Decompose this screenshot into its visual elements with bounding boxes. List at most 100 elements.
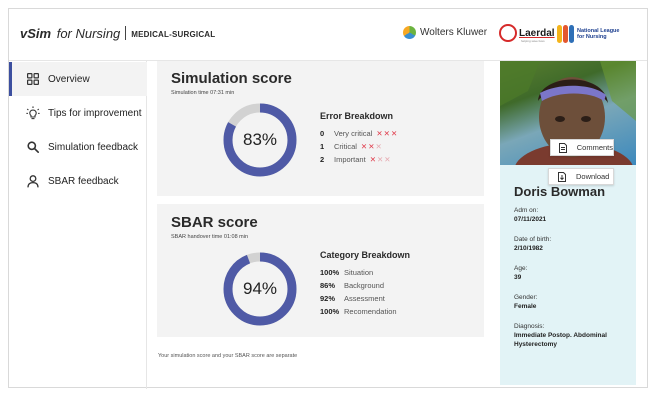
sbar-score-ring: 94% [221, 250, 299, 328]
error-label: Very critical [334, 129, 373, 138]
sidebar-item-tips[interactable]: Tips for improvement [9, 96, 147, 130]
patient-admission-date: Adm on: 07/11/2021 [514, 206, 546, 224]
patient-name: Doris Bowman [514, 184, 606, 199]
error-mark-icon: ✕ [369, 155, 376, 164]
error-mark-icon: ✕ [390, 129, 398, 138]
nln-text: National League for Nursing [577, 28, 619, 40]
vsim-logo: vSim for Nursing MEDICAL-SURGICAL [20, 26, 215, 41]
field-value: 39 [514, 274, 522, 281]
category-value: 86% [320, 281, 336, 290]
sidebar-item-simulation-feedback[interactable]: Simulation feedback [9, 130, 147, 164]
error-count: 1 [320, 142, 325, 151]
brand-for-nursing: for Nursing [56, 26, 121, 41]
simulation-score-ring: 83% [221, 101, 299, 179]
sbar-time: SBAR handover time 01:08 min [171, 234, 249, 240]
sidebar-item-overview[interactable]: Overview [9, 62, 147, 96]
search-icon [26, 140, 40, 154]
simulation-score-value: 83% [242, 130, 278, 149]
field-value: 2/10/1982 [514, 245, 543, 252]
category-label: Recomendation [344, 307, 397, 316]
field-label: Age: [514, 265, 528, 272]
product-name: MEDICAL-SURGICAL [131, 30, 216, 39]
field-label: Adm on: [514, 207, 539, 214]
error-row-critical: 1 Critical ✕✕✕ [320, 140, 398, 153]
download-label: Download [576, 172, 610, 181]
sidebar-item-sbar-feedback[interactable]: SBAR feedback [9, 164, 147, 198]
error-breakdown: Error Breakdown 0 Very critical ✕✕✕ 1 Cr… [320, 111, 398, 166]
nln-logo: National League for Nursing [557, 24, 619, 44]
laerdal-logo: Laerdal helping save lives [499, 24, 555, 43]
sbar-score-card: SBAR score SBAR handover time 01:08 min … [157, 204, 484, 337]
patient-diagnosis: Diagnosis: Immediate Postop. Abdominal H… [514, 322, 630, 349]
category-row-background: 86% Background [320, 279, 410, 292]
error-mark-icon: ✕ [368, 142, 375, 151]
error-mark-icon: ✕ [360, 142, 368, 151]
error-mark-inactive-icon: ✕ [384, 155, 391, 164]
field-label: Diagnosis: [514, 323, 545, 330]
patient-age: Age: 39 [514, 264, 527, 282]
error-count: 2 [320, 155, 325, 164]
nln-icon [557, 24, 575, 44]
category-row-recommendation: 100% Recomendation [320, 305, 410, 318]
error-mark-icon: ✕ [383, 129, 390, 138]
error-mark-icon: ✕ [376, 129, 383, 138]
sbar-score-value: 94% [242, 279, 278, 298]
field-value: Immediate Postop. Abdominal Hysterectomy [514, 332, 607, 348]
patient-gender: Gender: Female [514, 293, 538, 311]
app-window: vSim for Nursing MEDICAL-SURGICAL Wolters… [8, 8, 648, 389]
download-icon [557, 171, 567, 182]
sidebar-item-label: Overview [48, 73, 90, 85]
error-row-very-critical: 0 Very critical ✕✕✕ [320, 127, 398, 140]
score-footnote: Your simulation score and your SBAR scor… [158, 353, 298, 359]
laerdal-tagline: helping save lives [521, 39, 545, 43]
download-button[interactable]: Download [548, 168, 614, 185]
error-label: Important [334, 155, 366, 164]
sidebar-item-label: Tips for improvement [48, 107, 142, 119]
nln-line2: for Nursing [577, 34, 607, 40]
person-icon [26, 174, 40, 188]
field-value: 07/11/2021 [514, 216, 547, 223]
wolters-kluwer-icon [403, 26, 416, 39]
simulation-time: Simulation time 07:31 min [171, 90, 235, 96]
error-marks: ✕✕✕ [376, 129, 398, 138]
category-row-assessment: 92% Assessment [320, 292, 410, 305]
sidebar: Overview Tips for improvement Simulation… [9, 61, 147, 389]
simulation-score-card: Simulation score Simulation time 07:31 m… [157, 61, 484, 196]
field-value: Female [514, 303, 537, 310]
laerdal-text: Laerdal [519, 27, 555, 39]
error-breakdown-title: Error Breakdown [320, 111, 394, 121]
error-marks: ✕✕✕ [370, 155, 392, 164]
error-row-important: 2 Important ✕✕✕ [320, 153, 398, 166]
sidebar-item-label: SBAR feedback [48, 175, 119, 187]
error-mark-inactive-icon: ✕ [376, 155, 384, 164]
field-label: Date of birth: [514, 236, 552, 243]
patient-panel: Comments Download Doris Bowman Adm on: 0… [500, 61, 636, 385]
category-breakdown: Category Breakdown 100% Situation 86% Ba… [320, 250, 410, 318]
document-icon [558, 142, 568, 153]
comments-label: Comments [576, 143, 613, 152]
laerdal-icon [499, 24, 517, 42]
simulation-score-title: Simulation score [171, 70, 292, 87]
app-header: vSim for Nursing MEDICAL-SURGICAL Wolters… [9, 9, 647, 61]
error-count: 0 [320, 129, 325, 138]
wolters-kluwer-logo: Wolters Kluwer [403, 26, 487, 39]
category-value: 92% [320, 294, 336, 303]
brand-divider [125, 26, 127, 40]
category-label: Situation [344, 268, 374, 277]
field-label: Gender: [514, 294, 538, 301]
category-value: 100% [320, 307, 340, 316]
error-mark-inactive-icon: ✕ [375, 142, 382, 151]
lightbulb-icon [26, 106, 40, 120]
comments-button[interactable]: Comments [550, 139, 614, 156]
category-label: Background [344, 281, 385, 290]
wolters-kluwer-text: Wolters Kluwer [420, 27, 488, 38]
patient-date-of-birth: Date of birth: 2/10/1982 [514, 235, 551, 253]
category-label: Assessment [344, 294, 385, 303]
grid-icon [26, 72, 40, 86]
category-row-situation: 100% Situation [320, 266, 410, 279]
category-value: 100% [320, 268, 340, 277]
sbar-score-title: SBAR score [171, 214, 258, 231]
sidebar-item-label: Simulation feedback [48, 141, 139, 153]
brand-sim: Sim [27, 26, 52, 41]
error-label: Critical [334, 142, 357, 151]
